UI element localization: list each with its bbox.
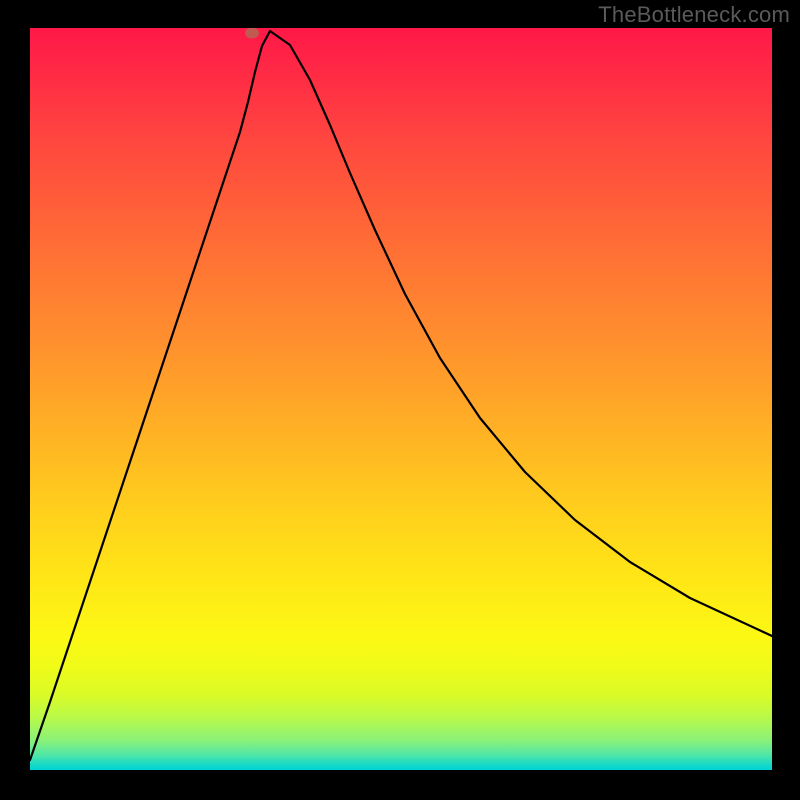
chart-stage: TheBottleneck.com	[0, 0, 800, 800]
curve-path	[30, 31, 772, 760]
plot-area	[30, 28, 772, 770]
bottleneck-curve	[30, 28, 772, 770]
watermark-text: TheBottleneck.com	[598, 2, 790, 28]
